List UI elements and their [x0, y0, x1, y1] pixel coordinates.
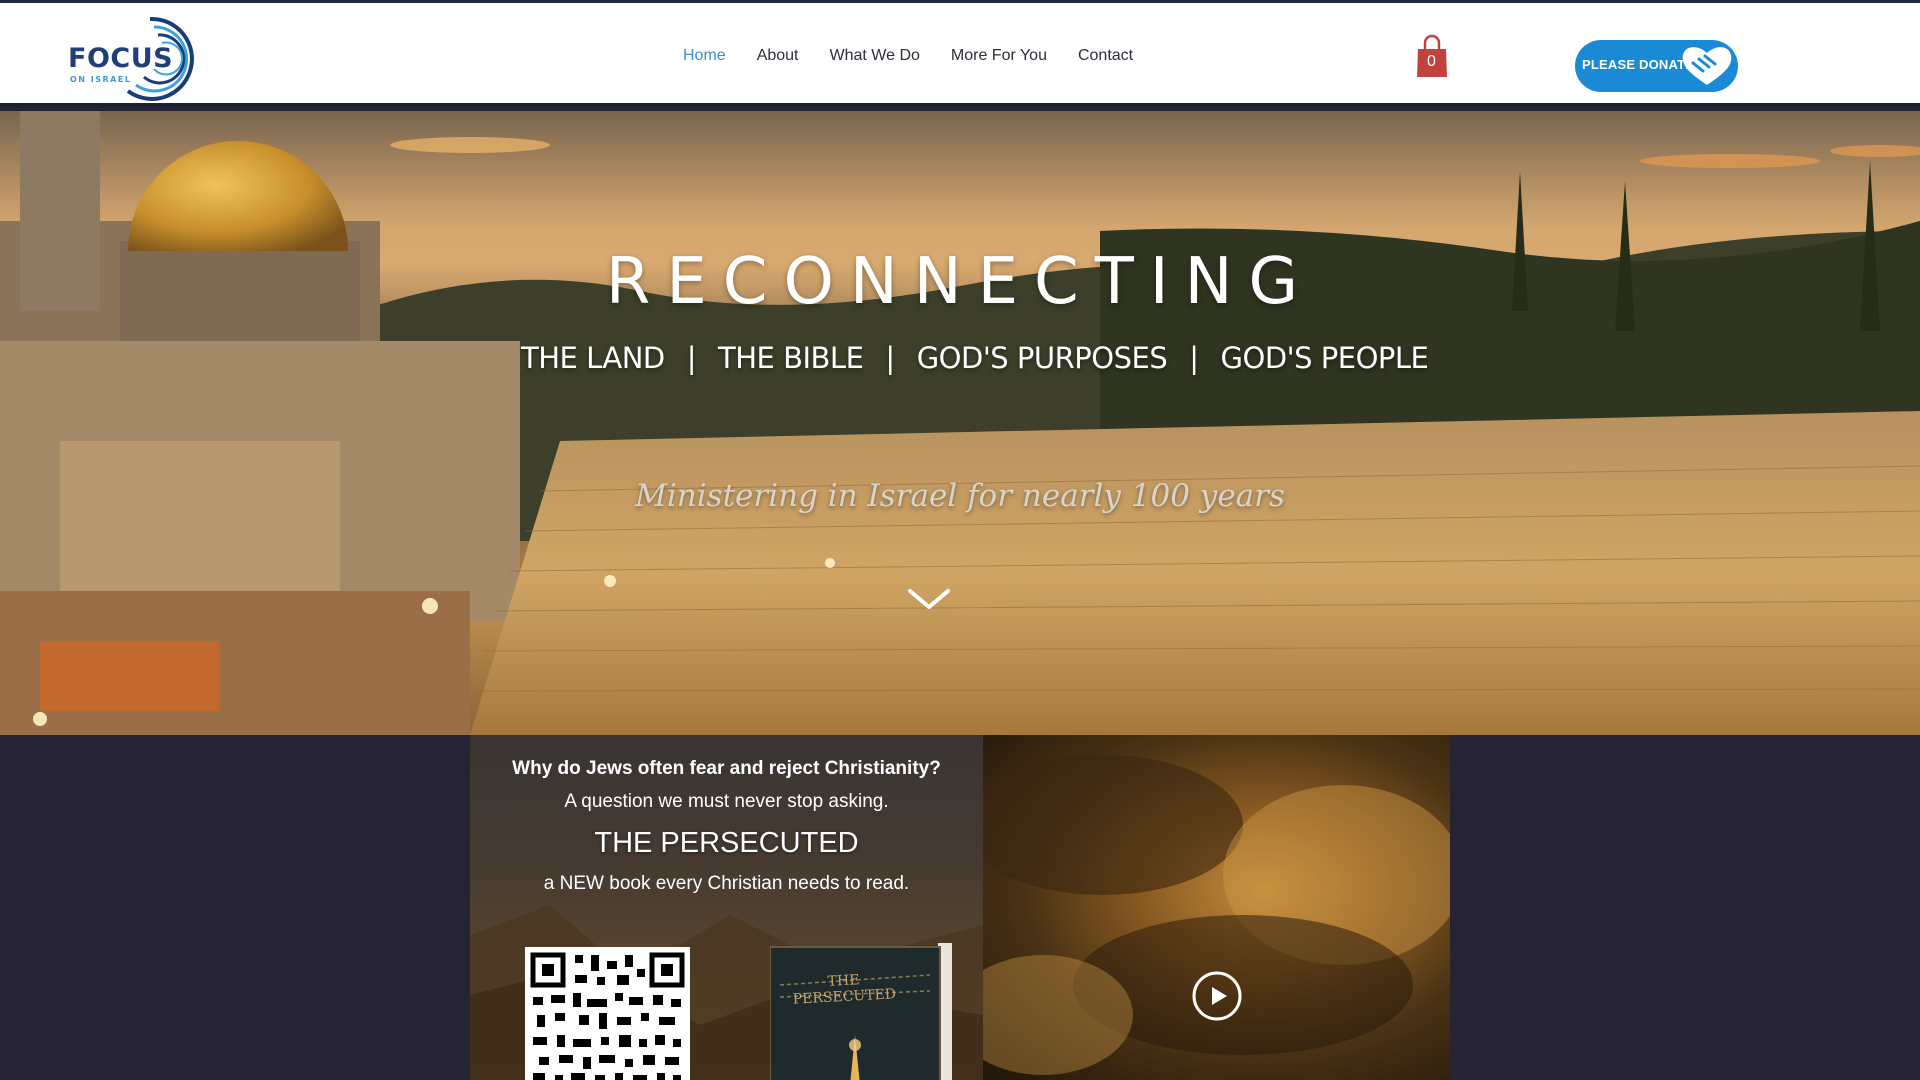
tag-gods-purposes: GOD'S PURPOSES	[916, 341, 1168, 375]
donate-button[interactable]: PLEASE DONATE	[1575, 40, 1738, 92]
book-icon	[769, 943, 952, 1080]
play-icon[interactable]	[1192, 971, 1242, 1021]
qr-code[interactable]	[525, 947, 690, 1080]
promo-book-heading: THE PERSECUTED	[594, 827, 859, 859]
chevron-down-icon[interactable]	[906, 585, 952, 613]
hero-banner: RECONNECTING THE LAND | THE BIBLE | GOD'…	[0, 111, 1920, 735]
hero-tagline: THE LAND | THE BIBLE | GOD'S PURPOSES | …	[521, 338, 1429, 378]
nav-about[interactable]: About	[757, 47, 799, 73]
tag-the-land: THE LAND	[521, 341, 665, 375]
nav-home[interactable]: Home	[683, 47, 726, 73]
promo-book-tagline: a NEW book every Christian needs to read…	[543, 873, 910, 894]
cart-button[interactable]: 0	[1415, 33, 1453, 79]
qr-code-icon	[530, 952, 685, 1080]
hero-subtitle: Ministering in Israel for nearly 100 yea…	[635, 478, 1285, 514]
tag-gods-people: GOD'S PEOPLE	[1220, 341, 1429, 375]
donate-label: PLEASE DONATE	[1582, 57, 1695, 72]
nav-what-we-do[interactable]: What We Do	[830, 47, 920, 73]
logo-wordmark: FOCUS	[68, 43, 174, 74]
promo-answer: A question we must never stop asking.	[564, 791, 889, 812]
main-nav: Home About What We Do More For You Conta…	[683, 47, 1133, 73]
video-player[interactable]	[983, 735, 1450, 1080]
nav-more-for-you[interactable]: More For You	[951, 47, 1047, 73]
handshake-heart-icon	[1682, 47, 1732, 85]
tag-the-bible: THE BIBLE	[718, 341, 864, 375]
jerusalem-western-wall-photo	[0, 111, 1920, 735]
book-promo-panel[interactable]: Why do Jews often fear and reject Christ…	[470, 735, 983, 1080]
site-header: FOCUS ON ISRAEL Home About What We Do Mo…	[0, 3, 1920, 107]
nav-contact[interactable]: Contact	[1078, 47, 1133, 73]
book-cover-image[interactable]: THE PERSECUTED	[769, 935, 960, 1080]
tag-separator: |	[686, 341, 697, 375]
cart-count: 0	[1427, 53, 1436, 70]
logo-subtitle: ON ISRAEL	[70, 75, 132, 84]
hero-title: RECONNECTING	[605, 245, 1315, 319]
tag-separator: |	[1189, 341, 1199, 375]
smoke-video-thumbnail	[983, 755, 1450, 1075]
tag-separator: |	[885, 341, 895, 375]
site-logo[interactable]: FOCUS ON ISRAEL	[66, 13, 206, 105]
promo-question: Why do Jews often fear and reject Christ…	[512, 758, 941, 779]
book-cover-title: THE PERSECUTED	[792, 972, 897, 1008]
